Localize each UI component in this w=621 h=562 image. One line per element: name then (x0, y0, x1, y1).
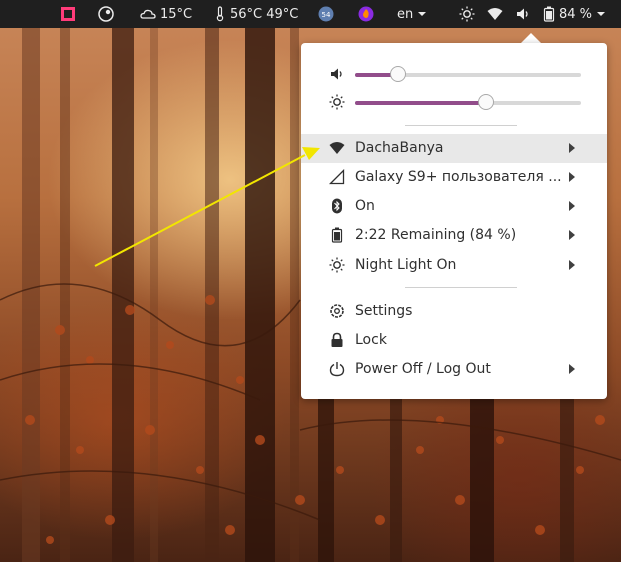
annotation-arrow-line (94, 154, 306, 267)
annotation-arrow (94, 147, 320, 267)
annotation-arrowhead (302, 147, 320, 160)
